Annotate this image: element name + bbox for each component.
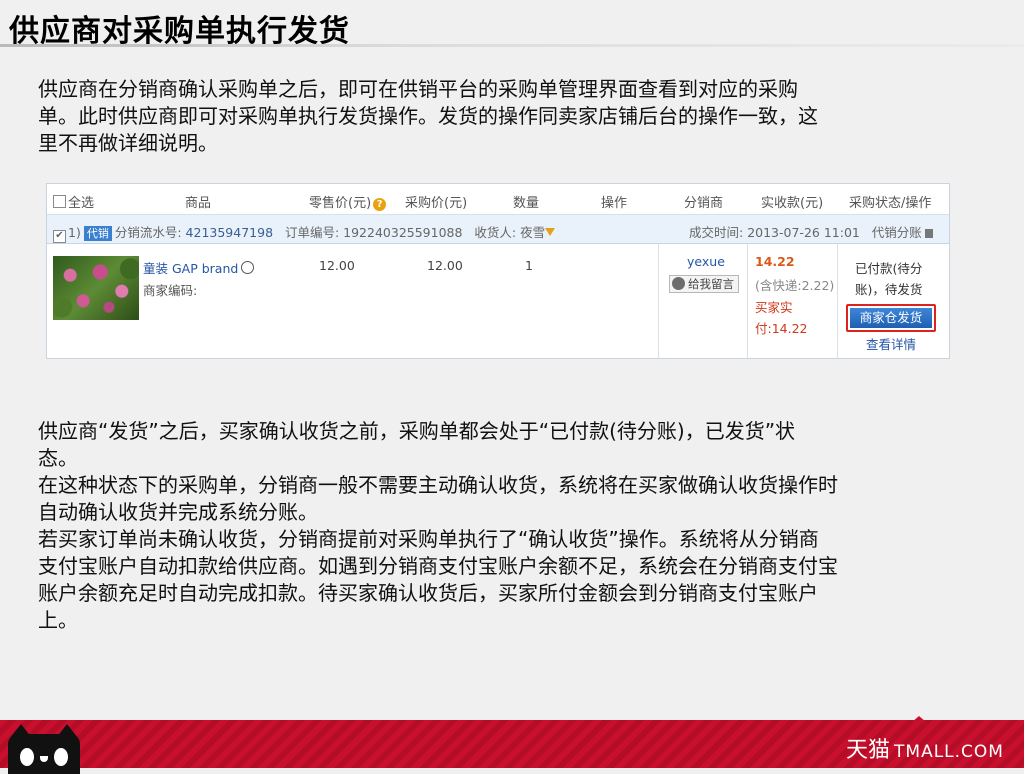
brand-en: TMALL.COM: [894, 742, 1004, 762]
header-quantity: 数量: [513, 196, 540, 211]
order-number: 192240325591088: [343, 225, 463, 240]
status-line-2: 账)，待发货: [855, 282, 923, 297]
retail-price: 12.00: [319, 258, 355, 273]
header-distributor: 分销商: [684, 196, 724, 211]
purchase-price: 12.00: [427, 258, 463, 273]
order-checkbox[interactable]: ✔: [53, 230, 66, 243]
buyer-paid-label: 买家实: [755, 300, 793, 315]
explanation-line: 支付宝账户自动扣款给供应商。如遇到分销商支付宝账户余额不足，系统会在分销商支付宝: [38, 554, 838, 578]
table-row: 童装 GAP brand 商家编码: 12.00 12.00 1 yexue 1…: [47, 244, 949, 358]
order-summary-bar: ✔ 1) 代销 分销流水号: 42135947198 订单编号: 1922403255…: [47, 215, 949, 244]
intro-line: 单。此时供应商即可对采购单执行发货操作。发货的操作同卖家店铺后台的操作一致，这: [38, 104, 818, 128]
explanation-line: 供应商“发货”之后，买家确认收货之前，采购单都会处于“已付款(待分账)，已发货”…: [38, 419, 796, 443]
consignment-tag: 代销: [83, 226, 112, 241]
buyer-paid-amount: 付:14.22: [755, 321, 808, 336]
help-icon[interactable]: ?: [373, 198, 387, 211]
merchant-code-label: 商家编码:: [143, 283, 198, 298]
serial-number: 42135947198: [185, 225, 274, 240]
quantity: 1: [525, 258, 533, 273]
header-retail-price: 零售价(元)?: [309, 192, 387, 211]
filter-icon[interactable]: [545, 228, 556, 236]
intro-paragraph: 供应商在分销商确认采购单之后，即可在供销平台的采购单管理界面查看到对应的采购 单…: [38, 76, 958, 157]
status-line-1: 已付款(待分: [855, 261, 923, 276]
product-name-link[interactable]: 童装 GAP brand: [143, 258, 255, 277]
chat-bubble-icon: [672, 277, 685, 290]
brand-cn: 天猫: [846, 738, 891, 763]
flag-icon[interactable]: [924, 229, 933, 238]
view-details-link[interactable]: 查看详情: [866, 334, 916, 353]
tmall-cat-logo-icon: [8, 724, 80, 774]
header-purchase-price: 采购价(元): [405, 196, 468, 211]
warehouse-ship-button[interactable]: 商家仓发货: [846, 304, 936, 332]
explanation-line: 态。: [38, 446, 78, 470]
header-product: 商品: [185, 196, 212, 211]
explanation-line: 在这种状态下的采购单，分销商一般不需要主动确认收货，系统将在买家做确认收货操作时: [38, 473, 838, 497]
select-all-checkbox[interactable]: 全选: [53, 192, 94, 211]
explanation-paragraph: 供应商“发货”之后，买家确认收货之前，采购单都会处于“已付款(待分账)，已发货”…: [38, 418, 968, 634]
table-header: 全选 商品 零售价(元)? 采购价(元) 数量 操作 分销商 实收款(元) 采购…: [47, 184, 949, 215]
header-operation: 操作: [601, 196, 628, 211]
title-divider: [0, 44, 1024, 47]
explanation-line: 若买家订单尚未确认收货，分销商提前对采购单执行了“确认收货”操作。系统将从分销商: [38, 527, 819, 551]
intro-line: 供应商在分销商确认采购单之后，即可在供销平台的采购单管理界面查看到对应的采购: [38, 77, 798, 101]
intro-line: 里不再做详细说明。: [38, 131, 218, 155]
split-label: 代销分账: [871, 225, 922, 240]
deal-time: 2013-07-26 11:01: [747, 225, 860, 240]
product-thumbnail[interactable]: [53, 256, 139, 320]
explanation-line: 上。: [38, 608, 78, 632]
shipping-fee-note: (含快递:2.22): [755, 278, 835, 293]
order-index: 1): [68, 225, 81, 240]
clock-icon: [241, 261, 255, 274]
purchase-order-table: 全选 商品 零售价(元)? 采购价(元) 数量 操作 分销商 实收款(元) 采购…: [46, 183, 950, 359]
tmall-logo: 天猫 TMALL.COM: [846, 732, 1004, 764]
receiver-name: 夜雪: [520, 225, 546, 240]
leave-message-button[interactable]: 给我留言: [669, 275, 739, 293]
explanation-line: 账户余额充足时自动完成扣款。待买家确认收货后，买家所付金额会到分销商支付宝账户: [38, 581, 818, 605]
footer-notch: [912, 716, 926, 722]
header-status: 采购状态/操作: [849, 196, 932, 211]
received-amount: 14.22: [755, 254, 795, 269]
explanation-line: 自动确认收货并完成系统分账。: [38, 500, 318, 524]
distributor-link[interactable]: yexue: [687, 254, 725, 269]
header-received: 实收款(元): [761, 196, 824, 211]
